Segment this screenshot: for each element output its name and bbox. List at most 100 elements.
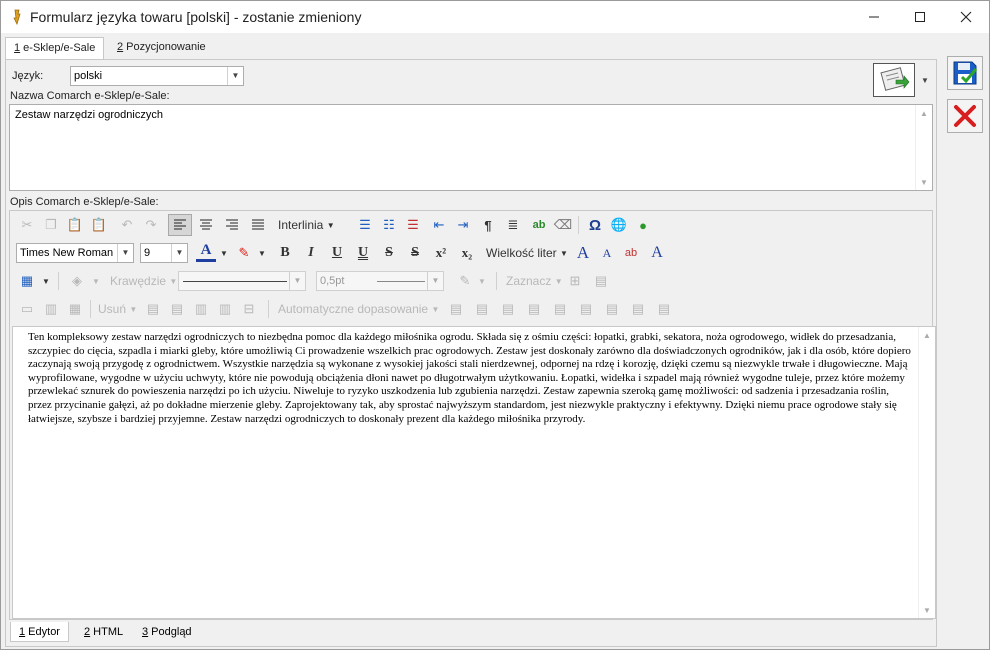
web-link-icon[interactable]: ● (632, 214, 654, 236)
maximize-button[interactable] (897, 1, 943, 32)
border-color-icon[interactable]: ✎ (454, 270, 476, 292)
translate-button[interactable] (873, 63, 915, 97)
scroll-up-icon[interactable]: ▲ (916, 105, 932, 121)
cell-align-middle-center-icon[interactable]: ▤ (550, 298, 570, 320)
cell-align-bottom-right-icon[interactable]: ▤ (654, 298, 674, 320)
eraser-icon[interactable]: ⌫ (552, 214, 574, 236)
name-input[interactable]: Zestaw narzędzi ogrodniczych ▲ ▼ (9, 104, 933, 191)
chevron-down-icon[interactable]: ▼ (476, 270, 488, 292)
insert-row-above-icon[interactable]: ▤ (142, 298, 164, 320)
italic-icon[interactable]: I (300, 242, 322, 264)
chevron-down-icon[interactable]: ▼ (256, 242, 268, 264)
numbered-list-icon[interactable]: ☰ (354, 214, 376, 236)
separator (496, 272, 497, 290)
cancel-button[interactable] (947, 99, 983, 133)
insert-row-below-icon[interactable]: ▤ (166, 298, 188, 320)
text-case-dropdown[interactable]: Wielkość liter ▼ (484, 242, 570, 264)
undo-icon[interactable]: ↶ (116, 214, 138, 236)
superscript-icon[interactable]: x² (430, 242, 452, 264)
scroll-down-icon[interactable]: ▼ (919, 602, 935, 618)
chevron-down-icon[interactable]: ▼ (40, 270, 52, 292)
close-button[interactable] (943, 1, 989, 32)
paste-special-icon[interactable]: 📋 (88, 214, 110, 236)
split-cells-icon[interactable]: ▥ (40, 298, 62, 320)
clear-format-icon[interactable]: ab (620, 242, 642, 264)
show-gridlines-icon[interactable]: ⊞ (564, 270, 586, 292)
chevron-down-icon[interactable]: ▼ (90, 270, 102, 292)
align-left-icon[interactable] (168, 214, 192, 236)
minimize-button[interactable] (851, 1, 897, 32)
chevron-down-icon: ▼ (129, 304, 138, 314)
double-strikethrough-icon[interactable]: S (404, 242, 426, 264)
insert-table-icon[interactable]: ▦ (16, 270, 38, 292)
borders-dropdown[interactable]: Krawędzie ▼ (108, 270, 179, 292)
split-table-icon[interactable]: ▦ (64, 298, 86, 320)
shrink-font-icon[interactable]: A (596, 242, 618, 264)
document-text: Ten kompleksowy zestaw narzędzi ogrodnic… (28, 331, 911, 425)
table-properties-icon[interactable]: ▤ (590, 270, 612, 292)
scroll-down-icon[interactable]: ▼ (916, 174, 932, 190)
indent-icon[interactable]: ⇥ (452, 214, 474, 236)
tab-esklep[interactable]: 1 e-Sklep/e-Sale (5, 37, 105, 60)
font-name-select[interactable]: Times New Roman ▼ (16, 243, 134, 263)
align-justify-icon[interactable] (246, 214, 270, 236)
border-width-select[interactable]: 0,5pt ▼ (316, 271, 444, 291)
align-center-icon[interactable] (194, 214, 218, 236)
copy-icon[interactable]: ❐ (40, 214, 62, 236)
scroll-up-icon[interactable]: ▲ (919, 327, 935, 343)
paragraph-format-icon[interactable]: ≣ (502, 214, 524, 236)
cell-align-top-left-icon[interactable]: ▤ (446, 298, 466, 320)
bullet-list-icon[interactable]: ☷ (378, 214, 400, 236)
autofit-dropdown[interactable]: Automatyczne dopasowanie ▼ (276, 298, 441, 320)
subscript-icon[interactable]: x₂ (456, 242, 478, 264)
cell-align-bottom-left-icon[interactable]: ▤ (602, 298, 622, 320)
translate-dropdown-icon[interactable]: ▼ (917, 63, 933, 97)
select-dropdown[interactable]: Zaznacz ▼ (504, 270, 565, 292)
bold-icon[interactable]: B (274, 242, 296, 264)
symbol-icon[interactable]: Ω (584, 214, 606, 236)
align-right-glyph (226, 219, 238, 230)
double-underline-icon[interactable]: U (352, 242, 374, 264)
align-right-icon[interactable] (220, 214, 244, 236)
link-icon[interactable]: 🌐 (608, 214, 630, 236)
fill-color-icon[interactable]: ◈ (66, 270, 88, 292)
insert-cells-icon[interactable]: ⊟ (238, 298, 260, 320)
border-style-select[interactable]: ▼ (178, 271, 306, 291)
cell-align-top-center-icon[interactable]: ▤ (472, 298, 492, 320)
cell-align-bottom-center-icon[interactable]: ▤ (628, 298, 648, 320)
name-scrollbar[interactable]: ▲ ▼ (915, 105, 932, 190)
delete-dropdown[interactable]: Usuń ▼ (96, 298, 139, 320)
tab-editor[interactable]: 1 Edytor (10, 622, 69, 642)
insert-column-right-icon[interactable]: ▥ (214, 298, 236, 320)
font-size-select[interactable]: 9 ▼ (140, 243, 188, 263)
outdent-icon[interactable]: ⇤ (428, 214, 450, 236)
language-select[interactable]: polski ▼ (70, 66, 244, 86)
document-scrollbar[interactable]: ▲ ▼ (918, 327, 935, 618)
highlight-icon[interactable]: ✎ (234, 242, 254, 264)
tab-html[interactable]: 2 HTML (76, 622, 131, 642)
chevron-down-icon[interactable]: ▼ (218, 242, 230, 264)
save-button[interactable] (947, 56, 983, 90)
strikethrough-icon[interactable]: S (378, 242, 400, 264)
line-spacing-dropdown[interactable]: Interlinia ▼ (276, 214, 337, 236)
cell-align-middle-right-icon[interactable]: ▤ (576, 298, 596, 320)
merge-cells-icon[interactable]: ▭ (16, 298, 38, 320)
insert-column-left-icon[interactable]: ▥ (190, 298, 212, 320)
cell-align-top-right-icon[interactable]: ▤ (498, 298, 518, 320)
multilevel-list-icon[interactable]: ☰ (402, 214, 424, 236)
paragraph-mark-icon[interactable]: ¶ (478, 214, 498, 236)
cell-align-middle-left-icon[interactable]: ▤ (524, 298, 544, 320)
redo-icon[interactable]: ↷ (140, 214, 162, 236)
document-area[interactable]: Ten kompleksowy zestaw narzędzi ogrodnic… (12, 326, 936, 619)
autofit-label: Automatyczne dopasowanie (278, 302, 429, 316)
font-style-icon[interactable]: A (646, 242, 668, 264)
align-center-glyph (200, 219, 212, 230)
underline-icon[interactable]: U (326, 242, 348, 264)
paste-icon[interactable]: 📋 (64, 214, 86, 236)
spellcheck-icon[interactable]: ab (528, 214, 550, 236)
grow-font-icon[interactable]: A (572, 242, 594, 264)
tab-preview[interactable]: 3 Podgląd (134, 622, 200, 642)
font-color-icon[interactable]: A (196, 242, 216, 262)
cut-icon[interactable]: ✂ (16, 214, 38, 236)
tab-positioning[interactable]: 2 Pozycjonowanie (109, 37, 214, 59)
